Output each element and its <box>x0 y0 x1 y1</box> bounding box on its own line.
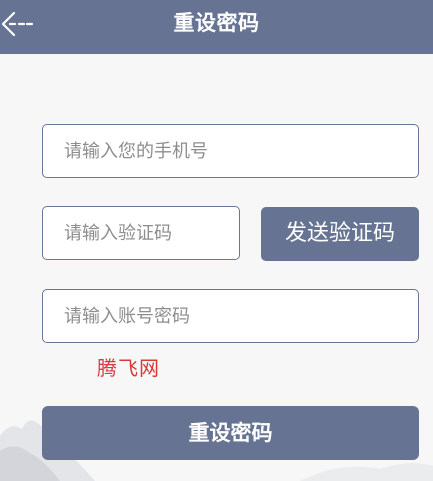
verification-code-field <box>42 206 240 260</box>
verification-code-input[interactable] <box>43 207 239 259</box>
send-code-button[interactable]: 发送验证码 <box>261 207 419 261</box>
header-bar: 重设密码 <box>0 0 433 54</box>
password-input[interactable] <box>43 290 418 342</box>
reset-password-button[interactable]: 重设密码 <box>42 406 419 460</box>
phone-field <box>42 124 419 178</box>
watermark-text: 腾飞网 <box>97 356 160 380</box>
phone-input[interactable] <box>43 125 418 177</box>
page-title: 重设密码 <box>173 11 260 35</box>
password-field <box>42 289 419 343</box>
